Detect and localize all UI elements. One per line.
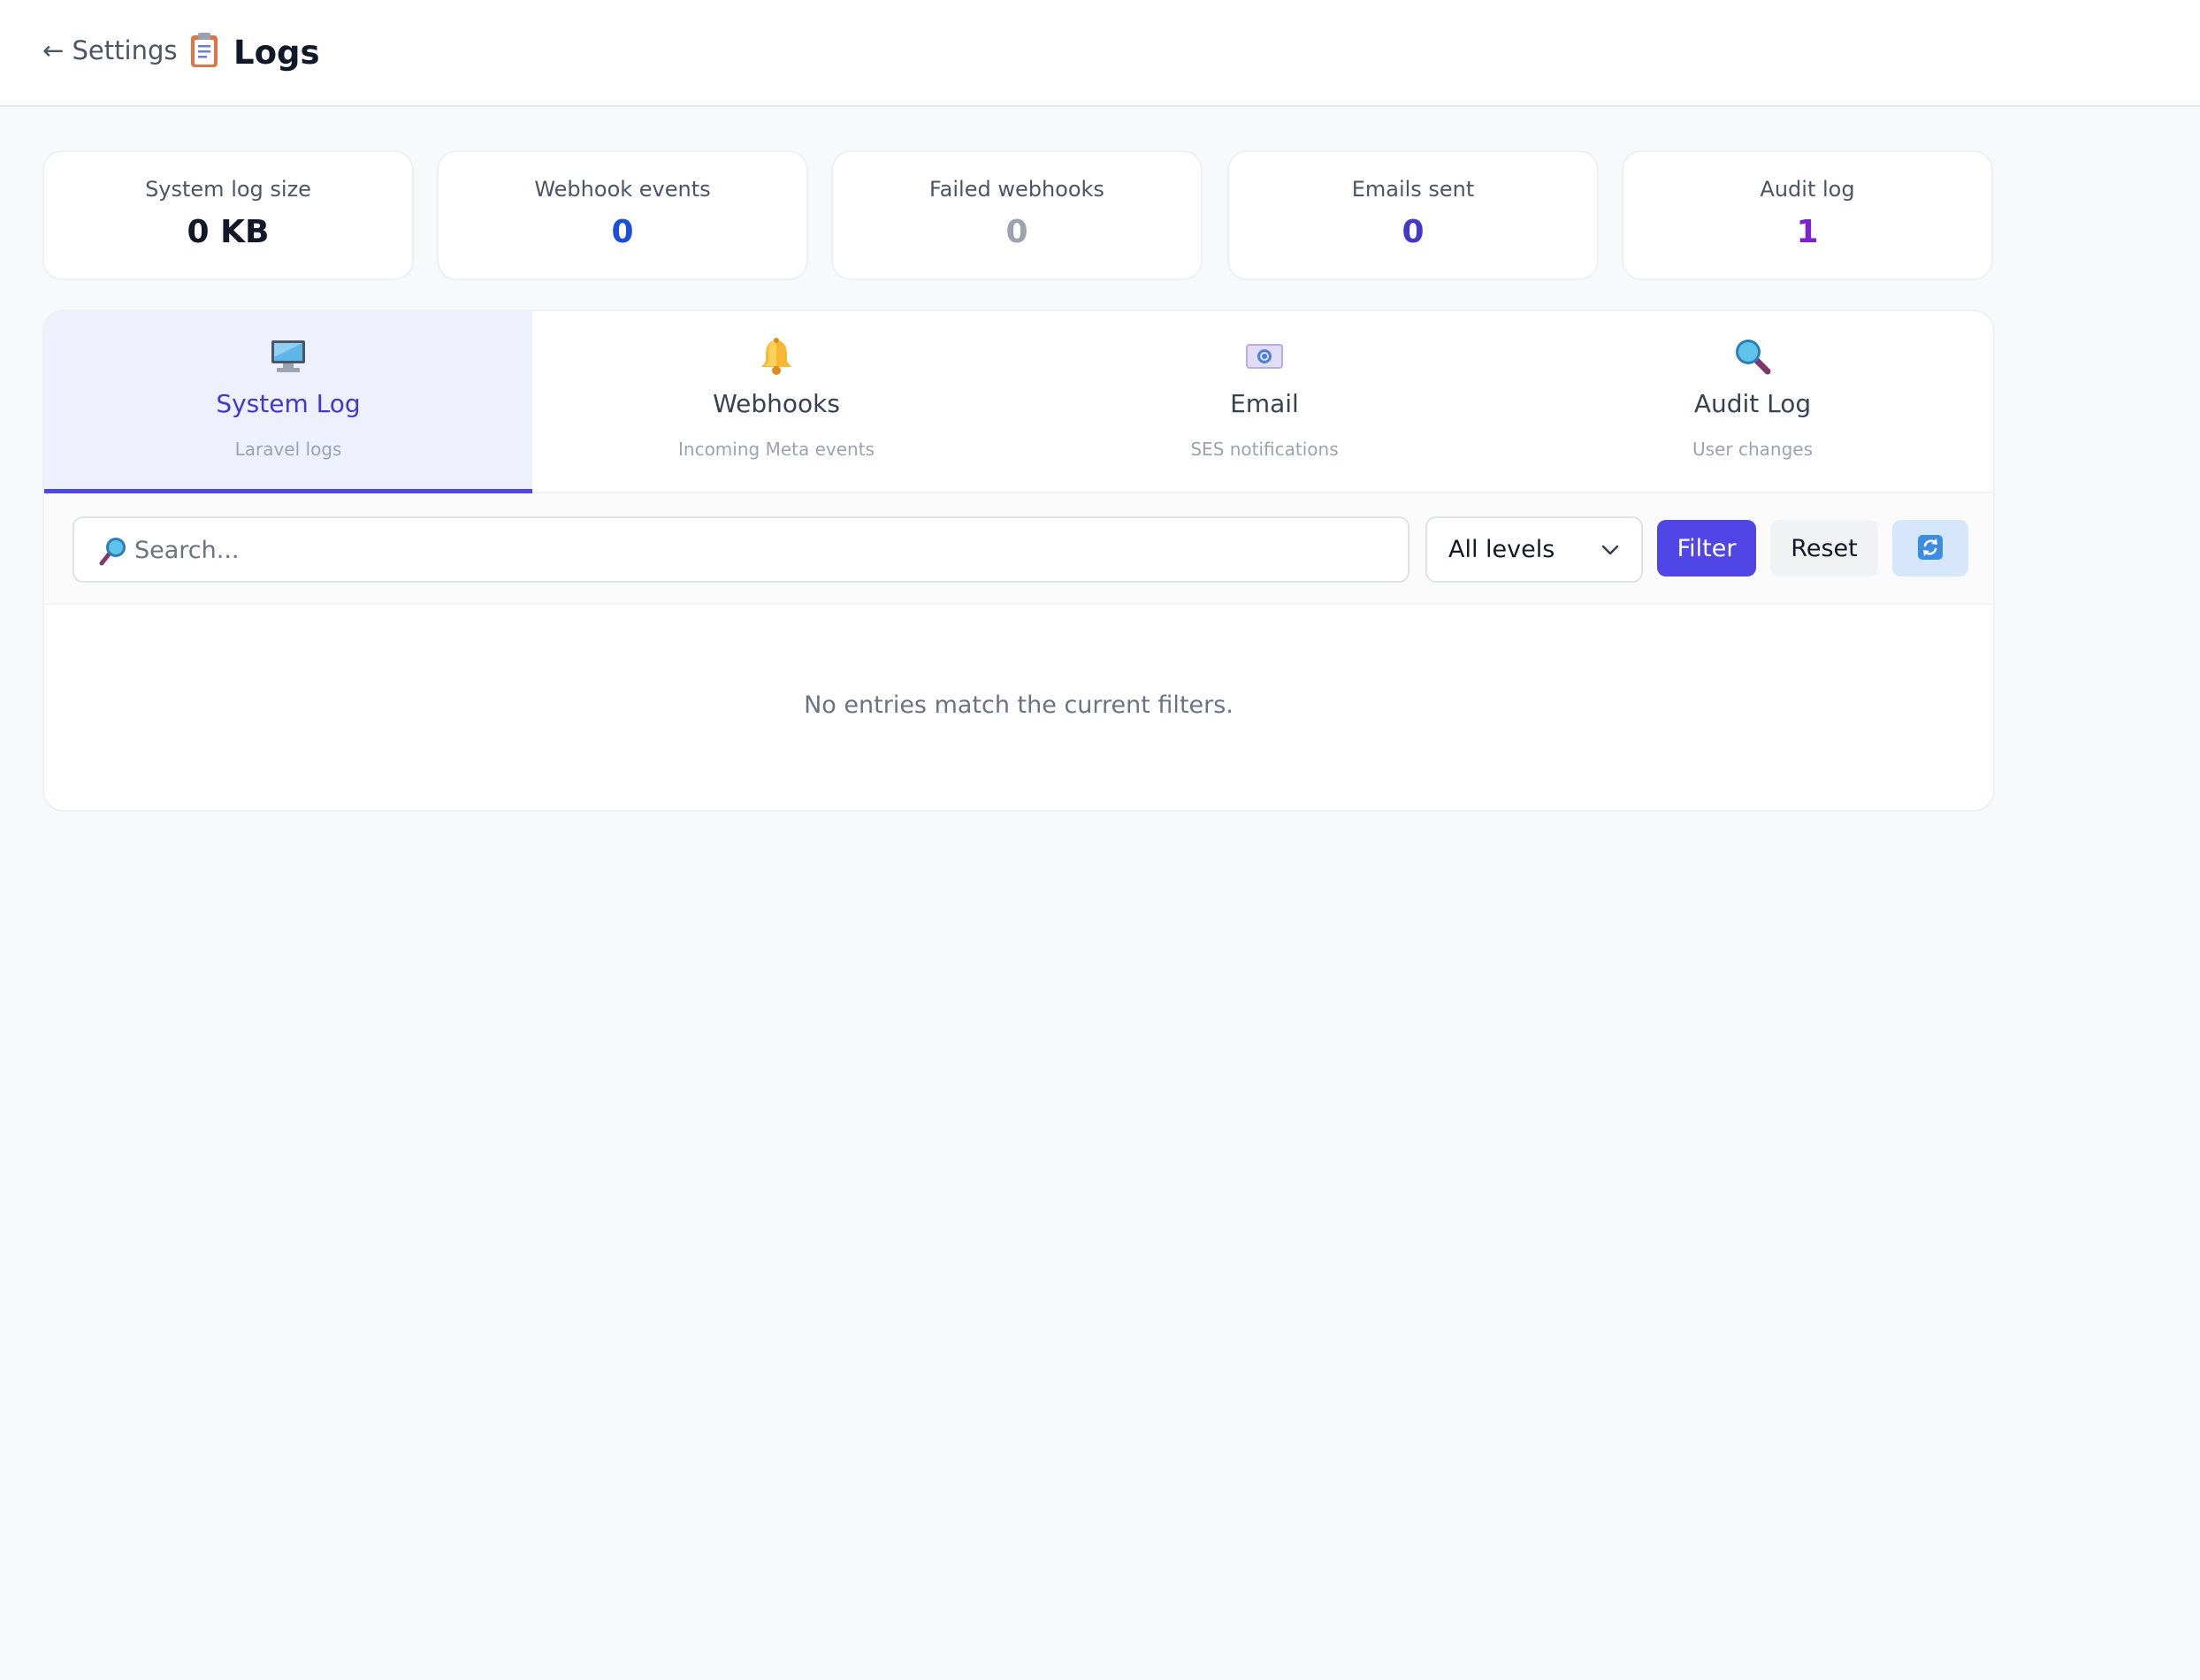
tab-webhooks[interactable]: Webhooks Incoming Meta events: [532, 311, 1020, 493]
stat-label: Webhook events: [534, 177, 711, 202]
monitor-icon: [44, 334, 532, 378]
stat-card-system-log-size: System log size 0 KB: [42, 150, 414, 280]
stat-label: Emails sent: [1351, 177, 1475, 202]
bell-icon: [532, 334, 1020, 378]
tab-email[interactable]: Email SES notifications: [1020, 311, 1509, 493]
tab-subtitle: SES notifications: [1190, 439, 1339, 460]
tab-label: Webhooks: [713, 389, 840, 418]
filter-button[interactable]: Filter: [1657, 520, 1756, 577]
level-select-value: All levels: [1448, 536, 1555, 563]
chevron-down-icon: [1600, 543, 1620, 560]
stat-value: 0: [611, 214, 634, 250]
page-title-text: Logs: [233, 33, 320, 72]
filter-bar: All levels Filter Reset: [44, 493, 1993, 605]
reset-button[interactable]: Reset: [1770, 520, 1878, 577]
stat-value: 0 KB: [187, 214, 270, 250]
empty-state-message: No entries match the current filters.: [804, 691, 1234, 719]
stat-card-audit-log: Audit log 1: [1622, 150, 1993, 280]
tab-label: Audit Log: [1693, 389, 1812, 418]
magnifier-icon: [1509, 334, 1993, 378]
tab-audit-log[interactable]: Audit Log User changes: [1509, 311, 1993, 493]
back-to-settings-link[interactable]: ← Settings: [42, 35, 177, 65]
stat-label: Failed webhooks: [929, 177, 1104, 202]
stat-value: 0: [1005, 214, 1028, 250]
refresh-icon: [1917, 534, 1944, 563]
email-icon: [1020, 334, 1509, 378]
page-title: Logs: [189, 32, 320, 73]
tab-subtitle: Laravel logs: [234, 439, 342, 460]
stat-value: 0: [1402, 214, 1425, 250]
top-bar: ← Settings Logs: [0, 0, 2200, 107]
tab-subtitle: Incoming Meta events: [678, 439, 875, 460]
stat-card-emails-sent: Emails sent 0: [1227, 150, 1599, 280]
logs-panel: System Log Laravel logs Webhooks Incomin…: [42, 309, 1995, 812]
search-icon: [99, 536, 127, 569]
log-tabs: System Log Laravel logs Webhooks Incomin…: [44, 311, 1993, 493]
level-select[interactable]: All levels: [1425, 516, 1643, 583]
stat-card-failed-webhooks: Failed webhooks 0: [831, 150, 1203, 280]
tab-label: System Log: [216, 389, 361, 418]
clipboard-icon: [189, 32, 219, 73]
search-box: [73, 516, 1409, 583]
search-input[interactable]: [134, 527, 1390, 573]
tab-label: Email: [1230, 389, 1299, 418]
tab-subtitle: User changes: [1692, 439, 1813, 460]
stat-value: 1: [1796, 214, 1819, 250]
stat-card-webhook-events: Webhook events 0: [437, 150, 808, 280]
stat-label: Audit log: [1760, 177, 1855, 202]
refresh-button[interactable]: [1892, 520, 1968, 577]
tab-system-log[interactable]: System Log Laravel logs: [44, 311, 532, 493]
stat-label: System log size: [145, 177, 311, 202]
